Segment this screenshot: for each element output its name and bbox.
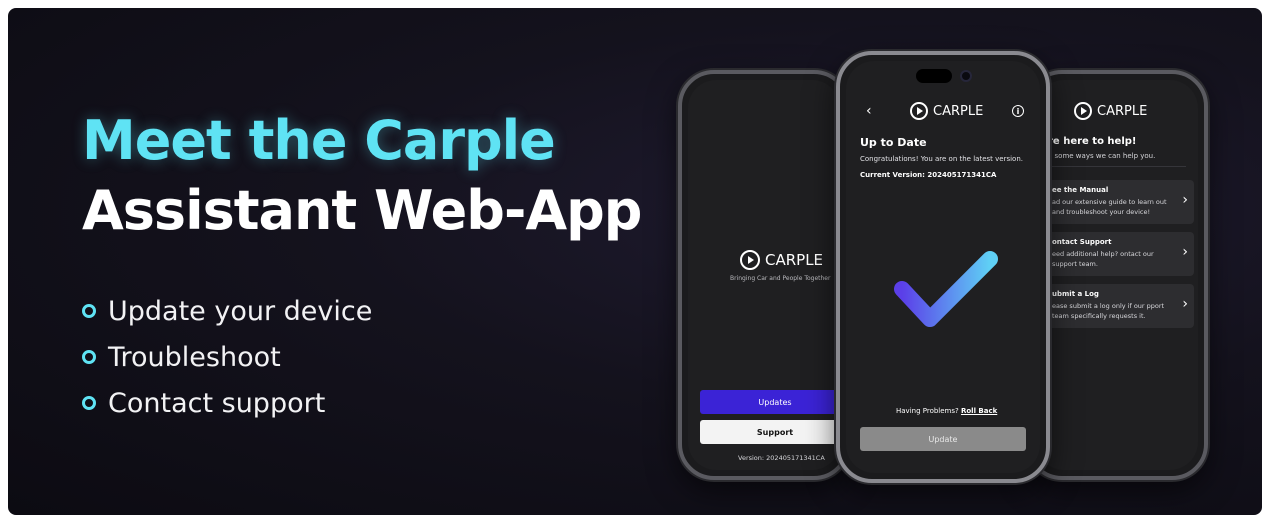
brand-name: CARPLE bbox=[1097, 103, 1148, 119]
phone-screen: ‹ CARPLE i Up to Date Congratulations! Y… bbox=[846, 61, 1040, 473]
support-button[interactable]: Support bbox=[700, 420, 840, 444]
help-title: re here to help! bbox=[1048, 136, 1137, 147]
feature-label: Troubleshoot bbox=[108, 341, 281, 373]
tagline: Bringing Car and People Together bbox=[730, 275, 831, 282]
phone-update-screen: ‹ CARPLE i Up to Date Congratulations! Y… bbox=[836, 51, 1050, 483]
help-subtitle: e some ways we can help you. bbox=[1048, 152, 1156, 160]
chevron-right-icon: › bbox=[1182, 192, 1188, 208]
checkmark-icon bbox=[894, 251, 998, 327]
problem-text: Having Problems? Roll Back bbox=[896, 407, 997, 415]
help-card-contact-support[interactable]: ontact Support eed additional help? onta… bbox=[1046, 232, 1194, 276]
help-card-manual[interactable]: ee the Manual ad our extensive guide to … bbox=[1046, 180, 1194, 224]
card-description: eed additional help? ontact our support … bbox=[1052, 250, 1154, 268]
feature-item: Update your device bbox=[82, 288, 372, 334]
circle-bullet-icon bbox=[82, 396, 96, 410]
chevron-right-icon: › bbox=[1182, 244, 1188, 260]
chevron-right-icon: › bbox=[1182, 296, 1188, 312]
headline-line-1: Meet the Carple bbox=[82, 109, 556, 172]
update-button[interactable]: Update bbox=[860, 427, 1026, 451]
help-card-submit-log[interactable]: ubmit a Log ease submit a log only if ou… bbox=[1046, 284, 1194, 328]
feature-item: Troubleshoot bbox=[82, 334, 372, 380]
card-description: ad our extensive guide to learn out and … bbox=[1052, 198, 1167, 216]
back-icon[interactable]: ‹ bbox=[866, 103, 872, 119]
info-icon[interactable]: i bbox=[1012, 105, 1024, 117]
status-title: Up to Date bbox=[860, 136, 927, 149]
camera-icon bbox=[960, 70, 972, 82]
circle-bullet-icon bbox=[82, 350, 96, 364]
phone-screen: CARPLE Bringing Car and People Together … bbox=[688, 80, 840, 470]
phone-screen: CARPLE re here to help! e some ways we c… bbox=[1036, 80, 1198, 470]
card-title: ontact Support bbox=[1052, 238, 1112, 246]
brand-name: CARPLE bbox=[765, 251, 824, 269]
headline-line-2: Assistant Web-App bbox=[82, 179, 642, 242]
play-icon bbox=[910, 102, 928, 120]
feature-item: Contact support bbox=[82, 380, 372, 426]
carple-logo: CARPLE bbox=[910, 102, 983, 120]
phone-help-screen: CARPLE re here to help! e some ways we c… bbox=[1026, 70, 1208, 480]
divider bbox=[1048, 166, 1186, 167]
rollback-link[interactable]: Roll Back bbox=[961, 407, 997, 415]
updates-button[interactable]: Updates bbox=[700, 390, 840, 414]
circle-bullet-icon bbox=[82, 304, 96, 318]
feature-label: Contact support bbox=[108, 387, 326, 419]
card-title: ee the Manual bbox=[1052, 186, 1109, 194]
carple-logo: CARPLE bbox=[740, 250, 823, 270]
status-message: Congratulations! You are on the latest v… bbox=[860, 155, 1023, 163]
card-description: ease submit a log only if our pport team… bbox=[1052, 302, 1165, 320]
play-icon bbox=[1074, 102, 1092, 120]
promo-banner: Meet the Carple Assistant Web-App Update… bbox=[8, 8, 1262, 515]
brand-name: CARPLE bbox=[933, 103, 984, 119]
phone-home-screen: CARPLE Bringing Car and People Together … bbox=[678, 70, 850, 480]
current-version: Current Version: 202405171341CA bbox=[860, 171, 997, 179]
problem-label: Having Problems? bbox=[896, 407, 959, 415]
carple-logo: CARPLE bbox=[1074, 102, 1147, 120]
headline: Meet the Carple Assistant Web-App bbox=[82, 108, 642, 244]
dynamic-island bbox=[916, 69, 952, 83]
feature-list: Update your device Troubleshoot Contact … bbox=[82, 288, 372, 426]
feature-label: Update your device bbox=[108, 295, 373, 327]
play-icon bbox=[740, 250, 760, 270]
version-text: Version: 202405171341CA bbox=[738, 454, 825, 462]
card-title: ubmit a Log bbox=[1052, 290, 1099, 298]
